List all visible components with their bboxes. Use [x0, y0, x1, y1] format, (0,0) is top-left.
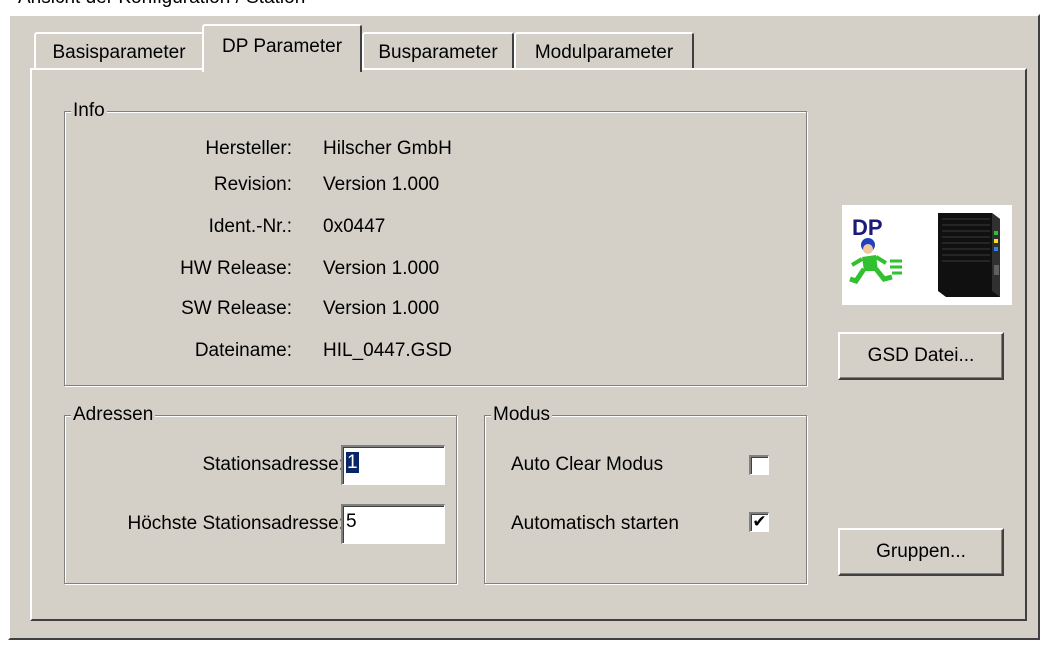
ident-nr-label: Ident.-Nr.: [208, 216, 292, 237]
tab-basisparameter[interactable]: Basisparameter [34, 32, 204, 70]
tab-dp-parameter[interactable]: DP Parameter [202, 24, 362, 72]
dp-runner-device-icon: DP [849, 213, 1000, 297]
revision-label: Revision: [213, 174, 292, 195]
info-group: Info Hersteller: Hilscher GmbH Revision:… [64, 99, 807, 386]
stationsadresse-label: Stationsadresse: [202, 454, 344, 475]
hoechste-stationsadresse-input[interactable]: 5 [341, 504, 445, 544]
tab-busparameter[interactable]: Busparameter [362, 32, 514, 70]
hw-release-value: Version 1.000 [323, 258, 440, 279]
auto-clear-label: Auto Clear Modus [511, 454, 664, 475]
dateiname-label: Dateiname: [194, 340, 292, 361]
tab-label: Basisparameter [52, 42, 186, 63]
tab-modulparameter[interactable]: Modulparameter [514, 32, 694, 70]
ident-nr-value: 0x0447 [323, 216, 386, 237]
gsd-datei-button[interactable]: GSD Datei... [838, 332, 1004, 380]
gruppen-button-label: Gruppen... [876, 541, 966, 562]
top-clipped-text: Ansicht der Konfiguration / Station [18, 0, 305, 9]
adressen-group-title: Adressen [71, 403, 156, 427]
auto-start-label: Automatisch starten [511, 513, 679, 534]
hersteller-label: Hersteller: [205, 138, 292, 159]
adressen-group: Adressen Stationsadresse: 1 Höchste Stat… [64, 403, 457, 584]
gsd-datei-button-label: GSD Datei... [867, 345, 975, 366]
revision-value: Version 1.000 [323, 174, 440, 195]
tab-label: Busparameter [378, 42, 498, 63]
modus-group: Modus Auto Clear Modus Automatisch start… [484, 403, 807, 584]
hw-release-label: HW Release: [180, 258, 292, 279]
dp-logo: DP [842, 205, 1012, 305]
stationsadresse-value: 1 [346, 452, 359, 473]
dateiname-value: HIL_0447.GSD [323, 340, 452, 361]
hoechste-stationsadresse-label: Höchste Stationsadresse: [127, 513, 344, 534]
tab-panel-dp-parameter: Info Hersteller: Hilscher GmbH Revision:… [30, 68, 1027, 621]
tab-label: Modulparameter [534, 42, 674, 63]
logo-dp-text: DP [852, 215, 883, 240]
modus-group-title: Modus [491, 403, 553, 427]
tab-label: DP Parameter [221, 36, 343, 57]
auto-start-checkbox[interactable]: ✔ [749, 512, 769, 532]
sw-release-value: Version 1.000 [323, 298, 440, 319]
top-clipped-title: Ansicht der Konfiguration / Station [0, 0, 1051, 14]
hersteller-value: Hilscher GmbH [323, 138, 452, 159]
auto-clear-checkbox[interactable] [749, 455, 769, 475]
gruppen-button[interactable]: Gruppen... [838, 528, 1004, 576]
sw-release-label: SW Release: [181, 298, 292, 319]
info-group-title: Info [71, 99, 107, 123]
stationsadresse-input[interactable]: 1 [341, 445, 445, 485]
hoechste-stationsadresse-value: 5 [346, 511, 357, 532]
